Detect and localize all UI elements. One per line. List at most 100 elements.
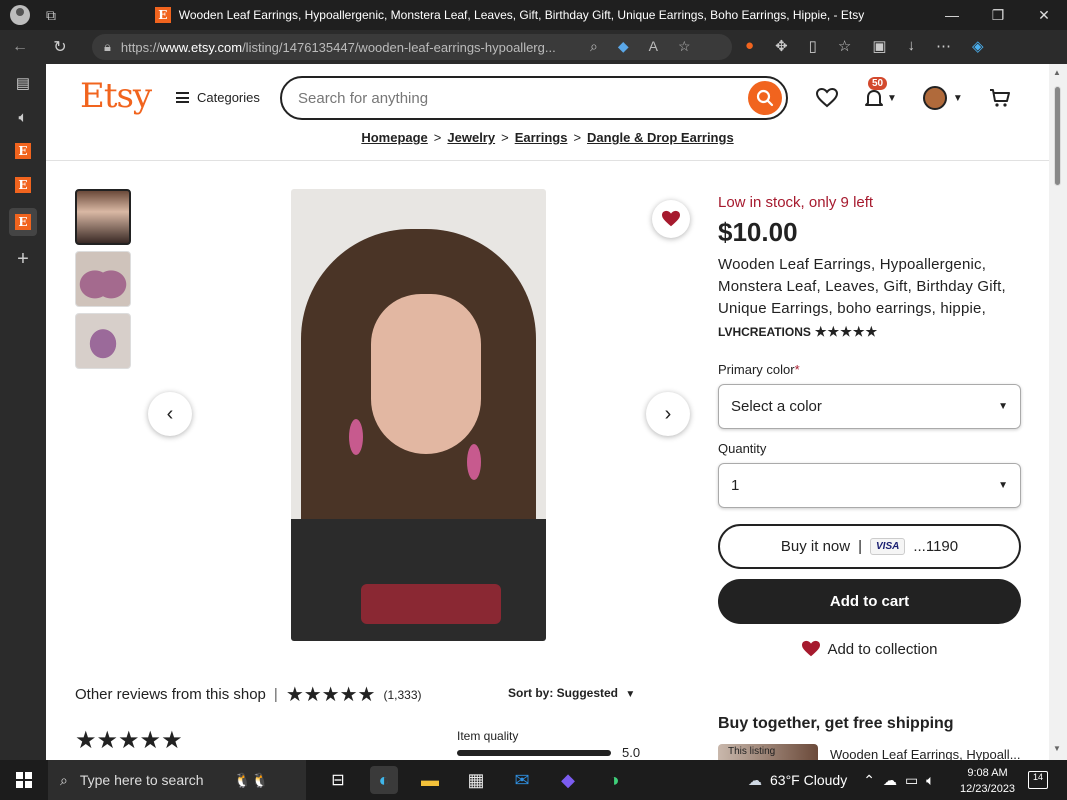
search-input[interactable]: Search for anything <box>280 76 788 120</box>
notifications-button[interactable]: ▼ <box>864 88 897 108</box>
chevron-down-icon: ▼ <box>887 92 897 104</box>
scroll-up-icon[interactable]: ▲ <box>1053 68 1061 77</box>
favorites-icon[interactable]: ☆ <box>838 37 851 55</box>
etsy-favicon-icon: E <box>154 7 171 23</box>
breadcrumb-jewelry[interactable]: Jewelry <box>447 130 495 145</box>
primary-color-select[interactable]: Select a color ▼ <box>718 384 1021 429</box>
stock-status: Low in stock, only 9 left <box>718 194 874 211</box>
minimize-button[interactable]: — <box>929 7 975 24</box>
search-button[interactable] <box>748 81 782 115</box>
image-earring-left <box>349 419 363 455</box>
downloads-icon[interactable]: ↓ <box>908 37 916 55</box>
zoom-icon[interactable]: ⌕ <box>590 38 598 55</box>
back-icon[interactable]: ← <box>0 38 40 56</box>
file-explorer-icon[interactable]: ▬ <box>416 766 444 794</box>
edge-browser-icon[interactable]: ◐ <box>370 766 398 794</box>
store-icon[interactable]: ▦ <box>462 766 490 794</box>
buy-together-thumbnail[interactable]: This listing <box>718 744 818 760</box>
tab-etsy-active[interactable]: E <box>9 208 37 236</box>
onedrive-icon[interactable]: ☁ <box>883 772 897 789</box>
shop-link[interactable]: LVHCREATIONS ★★★★★ <box>718 324 1023 340</box>
penguins-search-highlight-icon: 🐧🐧 <box>233 771 269 788</box>
audio-tab-speaker-icon[interactable]: 🔈︎ <box>12 106 34 128</box>
tab-etsy-2[interactable]: E <box>12 174 34 196</box>
restore-button[interactable]: ❐ <box>975 7 1021 24</box>
heart-icon <box>802 640 821 657</box>
tab-panel-icon[interactable]: ▤ <box>12 72 34 94</box>
task-view-icon[interactable]: ⊟ <box>324 766 352 794</box>
weather-text[interactable]: 63°F Cloudy <box>770 772 847 788</box>
next-image-button[interactable]: › <box>646 392 690 436</box>
clock[interactable]: 9:08 AM 12/23/2023 <box>960 765 1015 797</box>
notification-badge: 50 <box>868 77 888 90</box>
tab-actions-icon[interactable]: ⧉ <box>46 7 56 24</box>
image-earring-right <box>467 444 481 480</box>
chevron-down-icon: ▼ <box>998 480 1008 491</box>
read-aloud-icon[interactable]: A <box>649 38 658 55</box>
sort-dropdown[interactable]: Sort by: Suggested ▼ <box>508 686 635 700</box>
browser-toolbar: ← ↻ 🔒︎ https://www.etsy.com/listing/1476… <box>0 30 1067 64</box>
coupon-tag-icon[interactable]: ◆ <box>618 38 629 55</box>
active-tab[interactable]: E Wooden Leaf Earrings, Hypoallergenic, … <box>90 7 929 23</box>
chevron-right-icon: > <box>573 130 582 145</box>
breadcrumb-dangle-drop[interactable]: Dangle & Drop Earrings <box>587 130 734 145</box>
product-main-image[interactable] <box>291 189 546 641</box>
new-tab-plus-icon[interactable]: + <box>12 248 34 270</box>
start-button[interactable] <box>0 772 48 788</box>
breadcrumb-earrings[interactable]: Earrings <box>515 130 568 145</box>
shop-rating-stars: ★★★★★ <box>814 324 879 339</box>
collections-icon[interactable]: ▣ <box>872 37 886 55</box>
add-to-collection-label: Add to collection <box>827 640 938 658</box>
previous-image-button[interactable]: ‹ <box>148 392 192 436</box>
categories-label: Categories <box>197 90 260 105</box>
thumbnail-3[interactable] <box>75 313 131 369</box>
mail-icon[interactable]: ✉ <box>508 766 536 794</box>
volume-icon[interactable]: 🔈︎ <box>926 772 934 789</box>
windows-logo-icon <box>16 772 32 788</box>
taskbar-search[interactable]: ⌕ Type here to search 🐧🐧 <box>48 760 306 800</box>
account-button[interactable]: ▼ <box>922 86 963 110</box>
tab-etsy-1[interactable]: E <box>12 140 34 162</box>
quantity-select[interactable]: 1 ▼ <box>718 463 1021 508</box>
buy-it-now-button[interactable]: Buy it now | VISA ...1190 <box>718 524 1021 569</box>
buy-together-item[interactable]: Wooden Leaf Earrings, Hypoall... <box>830 747 1021 760</box>
close-button[interactable]: ✕ <box>1021 7 1067 24</box>
page-scrollbar[interactable]: ▲ ▼ <box>1049 64 1067 760</box>
etsy-logo[interactable]: Etsy <box>80 76 152 116</box>
edge-dev-icon[interactable]: ◑ <box>600 766 628 794</box>
thumbnail-1[interactable] <box>75 189 131 245</box>
categories-button[interactable]: Categories <box>176 90 260 105</box>
add-to-collection-button[interactable]: Add to collection <box>718 640 1021 658</box>
scroll-down-icon[interactable]: ▼ <box>1053 744 1061 753</box>
more-menu-icon[interactable]: ⋯ <box>936 37 951 55</box>
thumbnail-list <box>75 189 131 369</box>
thumbnail-2[interactable] <box>75 251 131 307</box>
scrollbar-thumb[interactable] <box>1054 86 1061 186</box>
etsy-tab-icon: E <box>15 177 31 193</box>
profile-icon[interactable] <box>10 5 30 25</box>
search-placeholder: Search for anything <box>298 89 429 107</box>
clipchamp-icon[interactable]: ◆ <box>554 766 582 794</box>
network-icon[interactable]: ▭ <box>905 772 918 789</box>
image-face <box>371 294 481 454</box>
extension-icon[interactable]: ● <box>745 37 754 55</box>
image-shirt-print <box>361 584 501 624</box>
primary-color-value: Select a color <box>731 398 822 415</box>
extensions-puzzle-icon[interactable]: ✥ <box>775 37 788 55</box>
copilot-icon[interactable]: ◈ <box>972 37 984 55</box>
buy-now-separator: | <box>858 538 862 555</box>
split-screen-icon[interactable]: ▯ <box>809 37 817 55</box>
tray-chevron-up-icon[interactable]: ⌃ <box>863 772 875 789</box>
favorite-button[interactable] <box>652 200 690 238</box>
notifications-icon[interactable]: 14 <box>1028 771 1048 789</box>
weather-cloud-icon[interactable]: ☁ <box>748 772 762 789</box>
favorite-star-icon[interactable]: ☆ <box>678 38 691 55</box>
breadcrumb-homepage[interactable]: Homepage <box>361 130 427 145</box>
buy-now-label: Buy it now <box>780 538 851 555</box>
refresh-icon[interactable]: ↻ <box>40 37 80 57</box>
etsy-tab-icon: E <box>15 143 31 159</box>
add-to-cart-button[interactable]: Add to cart <box>718 579 1021 624</box>
cart-icon[interactable] <box>989 88 1011 108</box>
favorites-heart-icon[interactable] <box>816 88 838 108</box>
item-quality-bar <box>457 750 611 756</box>
